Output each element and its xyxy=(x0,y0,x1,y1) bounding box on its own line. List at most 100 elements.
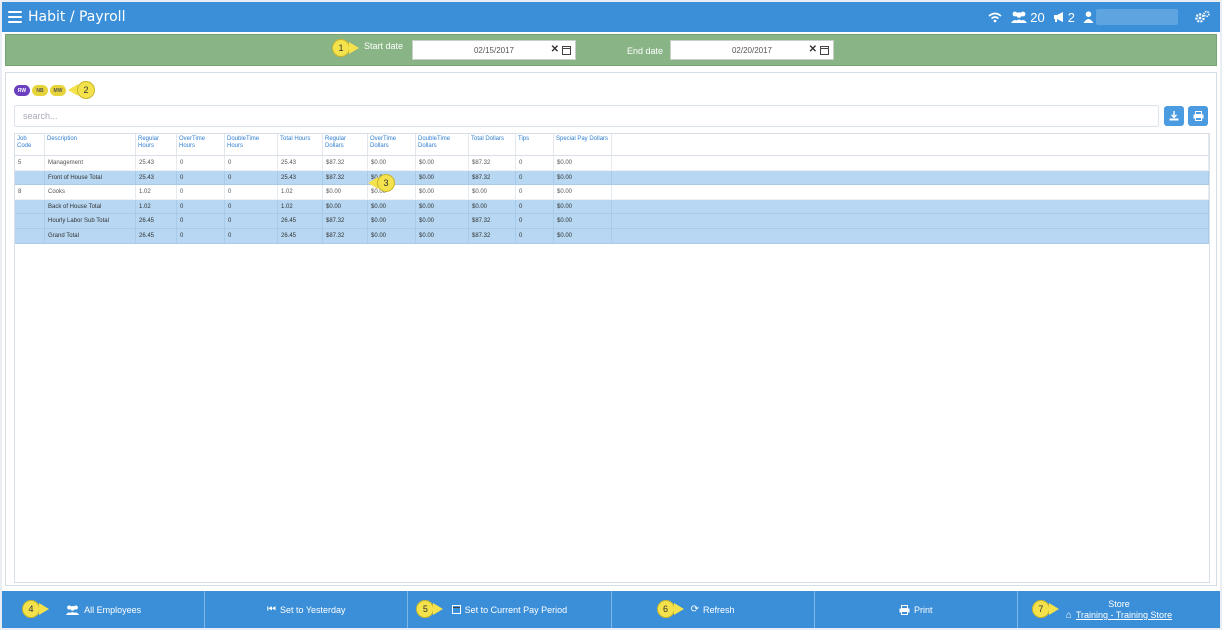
user-icon xyxy=(1083,11,1094,23)
set-pay-period-button[interactable]: 5 Set to Current Pay Period xyxy=(408,591,612,628)
end-date-input[interactable]: 02/20/2017 ✕ xyxy=(670,40,834,60)
print-icon xyxy=(899,604,910,615)
table-row[interactable]: Hourly Labor Sub Total 26.45 0 0 26.45 $87.32… xyxy=(15,214,1209,229)
column-header[interactable]: Tips xyxy=(516,134,554,155)
table-cell: $0.00 xyxy=(368,156,416,170)
table-cell: 0 xyxy=(225,170,278,185)
table-cell: 0 xyxy=(516,185,554,199)
column-header[interactable]: DoubleTime Dollars xyxy=(416,134,469,155)
column-header-filler xyxy=(612,134,1209,155)
callout-2: 2 xyxy=(68,81,95,99)
table-cell: 1.02 xyxy=(278,185,323,199)
column-header[interactable]: Regular Dollars xyxy=(323,134,368,155)
table-cell xyxy=(15,228,45,243)
staff-count: 20 xyxy=(1030,9,1045,25)
table-cell: 0 xyxy=(177,156,225,170)
table-cell: 1.02 xyxy=(278,199,323,214)
table-cell: 25.43 xyxy=(278,170,323,185)
clear-end-date-icon[interactable]: ✕ xyxy=(809,45,817,55)
clear-start-date-icon[interactable]: ✕ xyxy=(551,45,559,55)
store-label: Store xyxy=(1108,598,1130,609)
callout-1: 1 xyxy=(332,39,359,57)
store-selector[interactable]: 7 Store ⌂ Training - Training Store xyxy=(1018,591,1220,628)
page-title: Habit / Payroll xyxy=(28,9,126,25)
filter-pill-rw[interactable]: RW xyxy=(14,85,30,96)
table-body: 5 Management 25.43 0 0 25.43 $87.32 $0.00 $0.00 $… xyxy=(15,156,1209,244)
staff-indicator[interactable]: 20 xyxy=(1010,9,1045,25)
table-cell: 5 xyxy=(15,156,45,170)
table-header: Job Code Description Regular Hours OverT… xyxy=(15,134,1209,156)
table-cell-filler xyxy=(612,214,1209,228)
refresh-label: Refresh xyxy=(703,604,735,615)
alerts-indicator[interactable]: 2 xyxy=(1053,10,1075,25)
table-cell: 0 xyxy=(225,199,278,214)
set-pay-period-label: Set to Current Pay Period xyxy=(464,604,568,615)
user-menu[interactable] xyxy=(1083,9,1186,25)
start-date-value: 02/15/2017 xyxy=(473,45,515,55)
start-calendar-icon[interactable] xyxy=(562,45,571,55)
table-cell: 0 xyxy=(516,199,554,214)
table-cell: $0.00 xyxy=(416,170,469,185)
table-cell: 25.43 xyxy=(136,156,177,170)
print-button[interactable]: Print xyxy=(815,591,1018,628)
table-row[interactable]: Grand Total 26.45 0 0 26.45 $87.32 $0.00 $0.00 $… xyxy=(15,228,1209,244)
payroll-app: Habit / Payroll 20 2 Start date 02/15/20… xyxy=(2,2,1220,628)
table-cell: $0.00 xyxy=(323,185,368,199)
table-cell: Grand Total xyxy=(45,228,136,243)
table-cell: 8 xyxy=(15,185,45,199)
bullhorn-icon xyxy=(1053,12,1063,22)
column-header[interactable]: Description xyxy=(45,134,136,155)
filter-pill-mw[interactable]: MW xyxy=(50,85,66,96)
column-header[interactable]: DoubleTime Hours xyxy=(225,134,278,155)
table-cell: $0.00 xyxy=(416,214,469,228)
header-actions: 20 2 xyxy=(988,2,1210,32)
table-cell: 25.43 xyxy=(136,170,177,185)
download-button[interactable] xyxy=(1164,106,1184,126)
table-cell: 0 xyxy=(177,214,225,228)
table-cell: $0.00 xyxy=(554,170,612,185)
table-cell: $87.32 xyxy=(323,228,368,243)
column-header[interactable]: OverTime Dollars xyxy=(368,134,416,155)
column-header[interactable]: Regular Hours xyxy=(136,134,177,155)
table-cell: 26.45 xyxy=(278,228,323,243)
table-row[interactable]: 8 Cooks 1.02 0 0 1.02 $0.00 $0.00 $0.00 $0.00 0 $0.… xyxy=(15,185,1209,200)
store-name-link[interactable]: Training - Training Store xyxy=(1076,610,1172,620)
search-input[interactable]: search... xyxy=(14,105,1159,127)
table-cell: 25.43 xyxy=(278,156,323,170)
table-cell: 0 xyxy=(225,156,278,170)
column-header[interactable]: Total Hours xyxy=(278,134,323,155)
table-row[interactable]: 5 Management 25.43 0 0 25.43 $87.32 $0.00 $0.00 $… xyxy=(15,156,1209,171)
callout-7: 7 xyxy=(1031,600,1059,618)
alert-count: 2 xyxy=(1067,9,1075,25)
table-cell: 0 xyxy=(516,156,554,170)
table-cell: $0.00 xyxy=(416,199,469,214)
set-yesterday-button[interactable]: ⏮ Set to Yesterday xyxy=(205,591,409,628)
hamburger-menu-icon[interactable] xyxy=(8,11,22,23)
table-cell: $87.32 xyxy=(323,170,368,185)
table-cell: 26.45 xyxy=(136,228,177,243)
table-cell: 0 xyxy=(177,199,225,214)
filter-pill-nb[interactable]: NB xyxy=(32,85,48,96)
top-header: Habit / Payroll 20 2 xyxy=(2,2,1220,32)
table-cell: 26.45 xyxy=(136,214,177,228)
print-icon xyxy=(1193,111,1203,121)
end-calendar-icon[interactable] xyxy=(820,45,829,55)
column-header[interactable]: Total Dollars xyxy=(469,134,516,155)
refresh-button[interactable]: 6 ⟳ Refresh xyxy=(612,591,815,628)
table-cell: $0.00 xyxy=(416,156,469,170)
table-cell: 1.02 xyxy=(136,185,177,199)
settings-gear-icon[interactable] xyxy=(1194,10,1210,24)
column-header[interactable]: Special Pay Dollars xyxy=(554,134,612,155)
table-cell: $0.00 xyxy=(554,156,612,170)
column-header[interactable]: OverTime Hours xyxy=(177,134,225,155)
column-header[interactable]: Job Code xyxy=(15,134,45,155)
table-cell: $87.32 xyxy=(469,156,516,170)
table-row[interactable]: Back of House Total 1.02 0 0 1.02 $0.00 $0.00 $… xyxy=(15,199,1209,215)
table-row[interactable]: Front of House Total 25.43 0 0 25.43 $87.32 $0… xyxy=(15,170,1209,186)
calendar-icon xyxy=(451,605,461,614)
table-print-button[interactable] xyxy=(1188,106,1208,126)
all-employees-button[interactable]: 4 All Employees xyxy=(2,591,206,628)
table-cell: $0.00 xyxy=(368,228,416,243)
start-date-input[interactable]: 02/15/2017 ✕ xyxy=(412,40,576,60)
table-cell: 0 xyxy=(177,228,225,243)
